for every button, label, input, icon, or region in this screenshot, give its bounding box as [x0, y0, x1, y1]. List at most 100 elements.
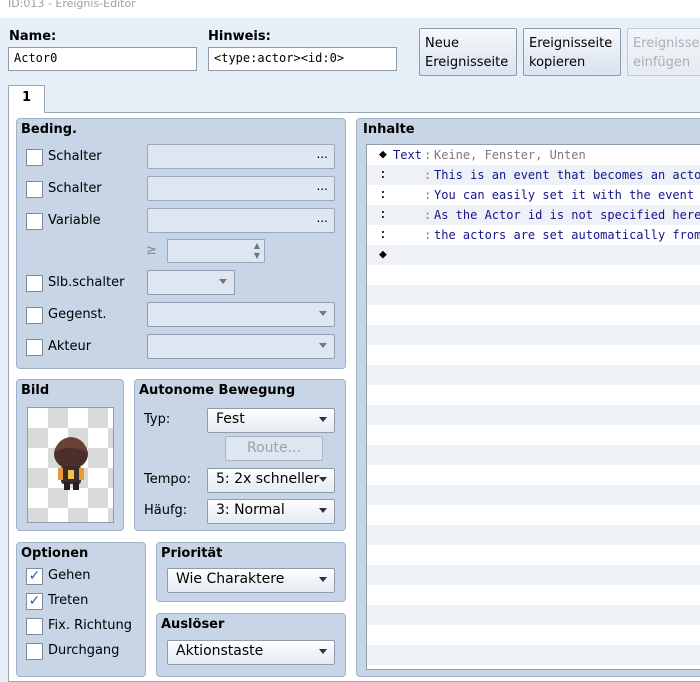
- item-label: Gegenst.: [48, 307, 107, 322]
- name-field[interactable]: Actor0: [8, 47, 197, 71]
- actor-checkbox-row[interactable]: Akteur: [26, 337, 146, 359]
- command-separator: :: [424, 188, 432, 202]
- paste-page-label-1: Ereignisse: [633, 36, 700, 51]
- through-checkbox-row[interactable]: Durchgang: [26, 641, 136, 663]
- chevron-down-icon: [319, 343, 327, 348]
- switch2-checkbox-row[interactable]: Schalter: [26, 179, 146, 201]
- actor-label: Akteur: [48, 339, 92, 354]
- note-field[interactable]: <type:actor><id:0>: [208, 47, 397, 71]
- command-text: As the Actor id is not specified here (0…: [434, 208, 700, 222]
- actor-select[interactable]: [147, 334, 335, 359]
- direction-fix-checkbox[interactable]: [26, 618, 43, 635]
- direction-fix-label: Fix. Richtung: [48, 618, 132, 633]
- actor-checkbox[interactable]: [26, 339, 43, 356]
- variable-picker[interactable]: ...: [147, 208, 335, 233]
- new-page-label-2: Ereignisseite: [425, 55, 509, 70]
- gte-symbol: ≥: [146, 243, 157, 258]
- frequency-select[interactable]: 3: Normal: [207, 499, 335, 524]
- command-bullet: :: [379, 227, 387, 242]
- trigger-value: Aktionstaste: [176, 643, 264, 659]
- frequency-value: 3: Normal: [216, 502, 285, 518]
- command-separator: :: [424, 208, 432, 222]
- switch1-checkbox[interactable]: [26, 149, 43, 166]
- autonomous-movement-group: Autonome Bewegung Typ: Fest Route... Tem…: [134, 379, 346, 531]
- command-row[interactable]: :: the actors are set automatically from …: [367, 225, 700, 245]
- new-page-button[interactable]: Neue Ereignisseite: [419, 28, 517, 76]
- speed-label: Tempo:: [144, 472, 191, 487]
- chevron-down-icon: [319, 477, 327, 482]
- spin-up-icon[interactable]: ▲: [254, 241, 260, 250]
- item-select[interactable]: [147, 302, 335, 327]
- name-label: Name:: [9, 29, 57, 44]
- switch2-checkbox[interactable]: [26, 181, 43, 198]
- item-checkbox-row[interactable]: Gegenst.: [26, 305, 146, 327]
- speed-select[interactable]: 5: 2x schneller: [207, 468, 335, 493]
- movement-type-select[interactable]: Fest: [207, 408, 335, 433]
- conditions-title: Beding.: [21, 122, 77, 137]
- through-checkbox[interactable]: [26, 643, 43, 660]
- command-row[interactable]: ◆: [367, 245, 700, 265]
- stepping-checkbox-row[interactable]: ✓ Treten: [26, 591, 136, 613]
- command-text: Keine, Fenster, Unten: [434, 148, 586, 162]
- image-group: Bild: [16, 379, 124, 531]
- command-row[interactable]: ::You can easily set it with the event n…: [367, 185, 700, 205]
- chevron-down-icon: [319, 311, 327, 316]
- tab-page-1[interactable]: 1: [8, 85, 45, 113]
- copy-page-button[interactable]: Ereignisseite kopieren: [523, 28, 621, 76]
- command-text: You can easily set it with the event not…: [434, 188, 700, 202]
- direction-fix-checkbox-row[interactable]: Fix. Richtung: [26, 616, 144, 638]
- item-checkbox[interactable]: [26, 307, 43, 324]
- self-switch-checkbox-row[interactable]: Slb.schalter: [26, 273, 151, 295]
- command-separator: :: [424, 148, 432, 162]
- trigger-select[interactable]: Aktionstaste: [167, 640, 335, 665]
- command-name: Text: [393, 148, 422, 162]
- walking-checkbox[interactable]: ✓: [26, 568, 43, 585]
- priority-select[interactable]: Wie Charaktere: [167, 568, 335, 593]
- note-label: Hinweis:: [208, 29, 271, 44]
- paste-page-label-2: einfügen: [633, 55, 691, 70]
- stepping-checkbox[interactable]: ✓: [26, 593, 43, 610]
- spin-down-icon[interactable]: ▼: [254, 251, 260, 260]
- copy-page-label-2: kopieren: [529, 55, 586, 70]
- chevron-down-icon: [319, 508, 327, 513]
- switch2-picker[interactable]: ...: [147, 176, 335, 201]
- command-bullet: :: [379, 187, 387, 202]
- stepping-label: Treten: [48, 593, 89, 608]
- command-separator: :: [424, 228, 432, 242]
- autonomous-title: Autonome Bewegung: [139, 383, 296, 398]
- variable-label: Variable: [48, 213, 101, 228]
- walking-checkbox-row[interactable]: ✓ Gehen: [26, 566, 136, 588]
- command-separator: :: [424, 168, 432, 182]
- command-row[interactable]: ◆ Text: Keine, Fenster, Unten: [367, 145, 700, 165]
- variable-checkbox-row[interactable]: Variable: [26, 211, 146, 233]
- character-image-preview[interactable]: [27, 407, 114, 523]
- switch1-picker[interactable]: ...: [147, 144, 335, 169]
- chevron-down-icon: [319, 417, 327, 422]
- self-switch-checkbox[interactable]: [26, 275, 43, 292]
- command-row[interactable]: :: As the Actor id is not specified here …: [367, 205, 700, 225]
- event-command-list[interactable]: ◆ Text: Keine, Fenster, Unten:: This is an …: [366, 144, 700, 670]
- switch1-dots: ...: [316, 147, 328, 161]
- command-bullet: ◆: [379, 247, 387, 262]
- paste-page-button[interactable]: Ereignisse einfügen: [627, 28, 700, 76]
- options-title: Optionen: [21, 546, 89, 561]
- new-page-label-1: Neue: [425, 36, 459, 51]
- switch1-label: Schalter: [48, 149, 102, 164]
- command-row[interactable]: ::This is an event that becomes an actor…: [367, 165, 700, 185]
- character-sprite-icon: [54, 437, 88, 490]
- command-text: the actors are set automatically from le…: [434, 228, 700, 242]
- priority-value: Wie Charaktere: [176, 571, 285, 587]
- route-button[interactable]: Route...: [225, 436, 323, 461]
- chevron-down-icon: [319, 577, 327, 582]
- contents-group: Inhalte ◆ Text: Keine, Fenster, Unten:: Thi…: [356, 118, 700, 677]
- speed-value: 5: 2x schneller: [216, 471, 320, 487]
- self-switch-select[interactable]: [147, 270, 235, 295]
- switch1-checkbox-row[interactable]: Schalter: [26, 147, 146, 169]
- command-bullet: :: [379, 207, 387, 222]
- command-text: This is an event that becomes an actor o…: [434, 168, 700, 182]
- self-switch-label: Slb.schalter: [48, 275, 125, 290]
- variable-value-spinner[interactable]: ▲ ▼: [167, 239, 265, 263]
- command-bullet: ◆: [379, 147, 387, 162]
- chevron-down-icon: [319, 649, 327, 654]
- variable-checkbox[interactable]: [26, 213, 43, 230]
